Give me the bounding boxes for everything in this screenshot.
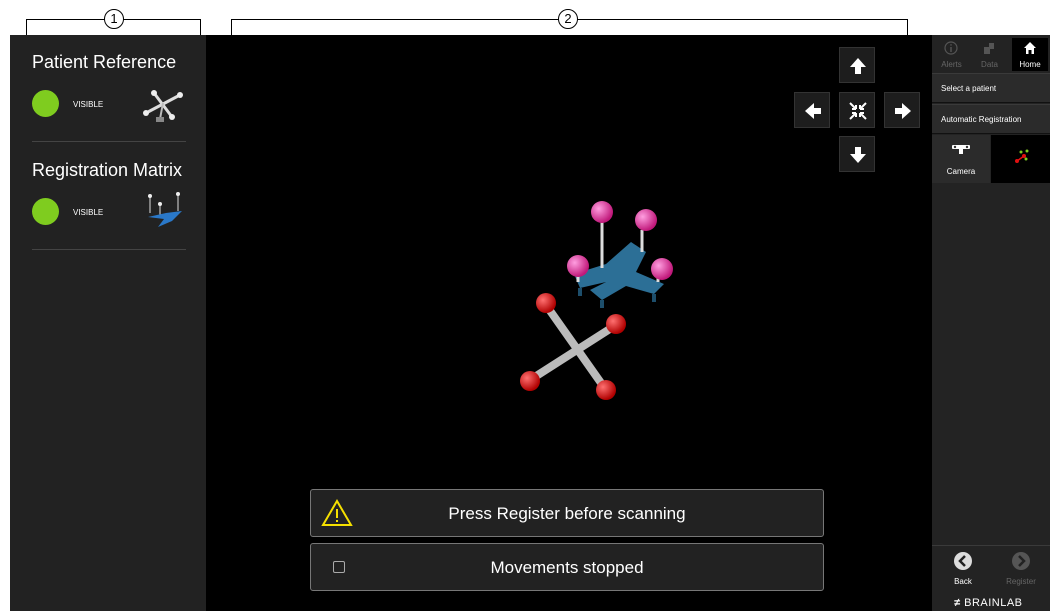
tab-home-label: Home: [1019, 60, 1041, 69]
registration-matrix-title: Registration Matrix: [32, 160, 183, 180]
brand-logo: ≠ BRAINLAB: [954, 597, 1023, 609]
pan-up-button[interactable]: [839, 47, 875, 83]
patient-reference-title: Patient Reference: [32, 52, 177, 72]
tracking-preview-icon: [1015, 149, 1029, 163]
movements-text: Movements stopped: [490, 558, 644, 577]
registration-matrix-status: VISIBLE: [73, 208, 104, 217]
divider: [32, 249, 186, 250]
divider: [32, 141, 186, 142]
divider: [932, 545, 1050, 546]
data-icon: [984, 43, 994, 54]
arrow-right-icon: [895, 103, 911, 119]
reset-view-icon: [849, 102, 867, 120]
pan-right-button[interactable]: [884, 92, 920, 128]
callout-number-1: 1: [104, 9, 124, 29]
patient-reference-status: VISIBLE: [73, 100, 104, 109]
brand-name: BRAINLAB: [964, 597, 1023, 609]
tab-alerts-label: Alerts: [941, 60, 962, 69]
camera-button[interactable]: Camera: [932, 135, 990, 183]
tracking-preview: [991, 135, 1050, 183]
arrow-left-icon: [805, 103, 821, 119]
chevron-right-icon: [1012, 552, 1030, 570]
home-icon: [1024, 42, 1036, 54]
callout-number-2: 2: [558, 9, 578, 29]
tracking-status-panel: Patient Reference VISIBLE Registration M…: [10, 35, 206, 611]
registration-matrix-icon: [148, 192, 182, 227]
movements-message: Movements stopped: [310, 543, 824, 591]
register-warning-text: Press Register before scanning: [448, 504, 686, 523]
pan-left-button[interactable]: [794, 92, 830, 128]
register-warning-message: Press Register before scanning: [310, 489, 824, 537]
brand-mark-icon: ≠: [954, 597, 961, 609]
select-patient-label: Select a patient: [941, 84, 997, 93]
registration-matrix-model: [567, 201, 673, 308]
automatic-registration-button[interactable]: Automatic Registration: [932, 104, 1050, 134]
tab-home[interactable]: Home: [1012, 38, 1048, 71]
patient-reference-model: [520, 293, 626, 400]
info-icon: [944, 41, 958, 55]
camera-icon: [952, 145, 970, 154]
arrow-up-icon: [850, 58, 866, 74]
chevron-left-icon: [954, 552, 972, 570]
register-button[interactable]: Register: [996, 549, 1046, 589]
patient-reference-star-icon: [143, 90, 183, 122]
pan-down-button[interactable]: [839, 136, 875, 172]
reset-view-button[interactable]: [839, 92, 875, 128]
tab-data-label: Data: [981, 60, 998, 69]
back-label: Back: [954, 577, 972, 586]
navigation-panel: Alerts Data Home Select a patient Automa…: [932, 35, 1050, 611]
3d-viewport[interactable]: Press Register before scanning Movements…: [206, 35, 932, 611]
registration-matrix-status-dot: [32, 198, 59, 225]
tab-data[interactable]: Data: [972, 38, 1007, 71]
automatic-registration-label: Automatic Registration: [941, 115, 1022, 124]
patient-reference-status-dot: [32, 90, 59, 117]
select-patient-button[interactable]: Select a patient: [932, 73, 1050, 103]
3d-scene: [520, 201, 673, 400]
register-label: Register: [1006, 577, 1036, 586]
camera-label: Camera: [946, 167, 976, 176]
arrow-down-icon: [850, 147, 866, 163]
back-button[interactable]: Back: [938, 549, 988, 589]
tab-alerts[interactable]: Alerts: [934, 38, 969, 71]
